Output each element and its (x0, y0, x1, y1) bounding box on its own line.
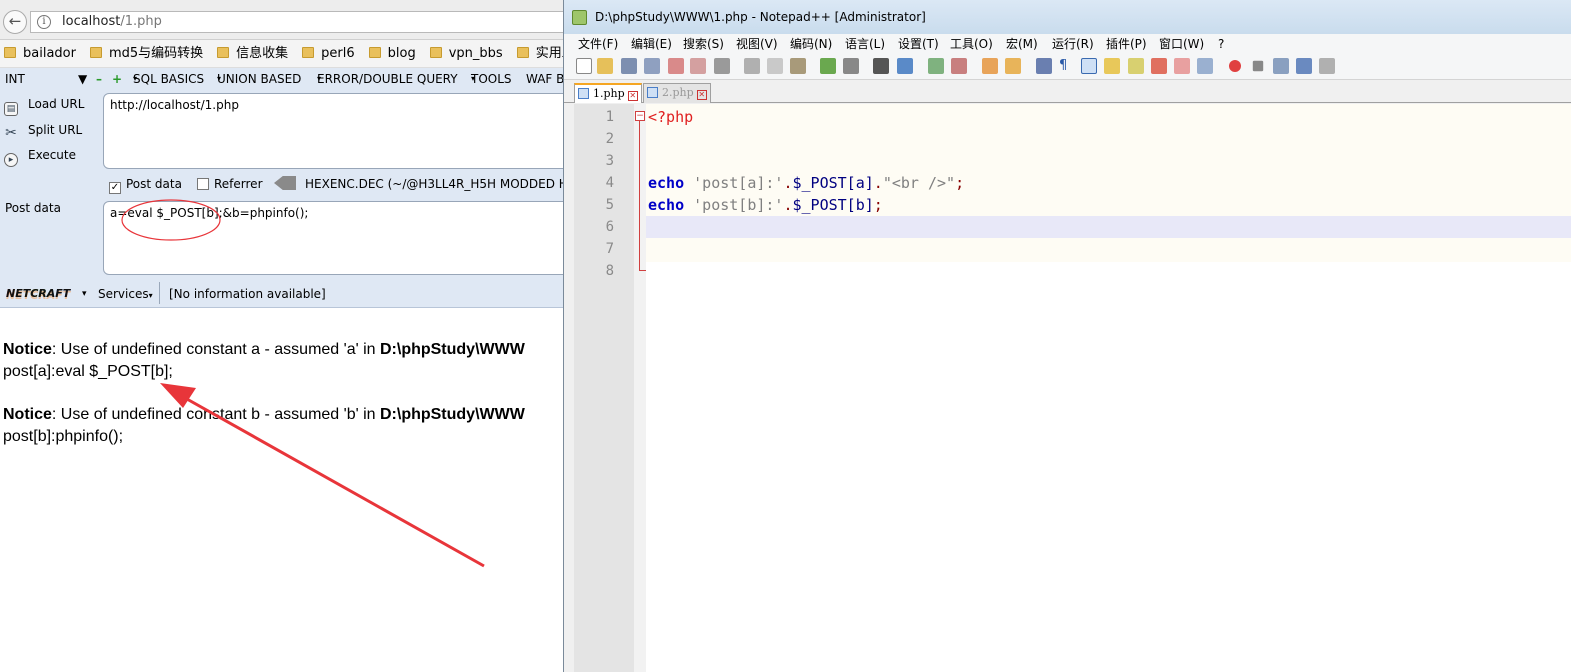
line-number-gutter: 1 2 3 4 5 6 7 8 (574, 104, 634, 672)
line-number: 4 (605, 175, 614, 191)
new-file-icon[interactable] (576, 58, 592, 74)
tab-close-icon[interactable]: ✕ (627, 91, 638, 101)
open-file-icon[interactable] (597, 58, 613, 74)
monitor-icon[interactable] (1197, 58, 1213, 74)
line-number: 1 (605, 109, 614, 125)
menu-edit[interactable]: 编辑(E) (631, 34, 672, 54)
code-line-4: echo 'post[a]:'.$_POST[a]."<br />"; (648, 174, 965, 192)
code-editor[interactable]: 1 2 3 4 5 6 7 8 − <?php echo 'post[a]:'.… (574, 104, 1571, 672)
save-icon[interactable] (621, 58, 637, 74)
zoom-out-icon[interactable] (951, 58, 967, 74)
menu-macro[interactable]: 宏(M) (1006, 34, 1038, 54)
zoom-in-icon[interactable] (928, 58, 944, 74)
cut-icon[interactable] (744, 58, 760, 74)
word-wrap-icon[interactable] (1036, 58, 1052, 74)
undo-icon[interactable] (820, 58, 836, 74)
play-macro-icon[interactable] (1273, 58, 1289, 74)
tab-close-icon[interactable]: ✕ (696, 90, 707, 100)
tab-bar: 1.php ✕ 2.php ✕ (564, 81, 1571, 103)
run-macro-multiple-icon[interactable] (1296, 58, 1312, 74)
close-all-icon[interactable] (690, 58, 706, 74)
notepad-menubar: 文件(F) 编辑(E) 搜索(S) 视图(V) 编码(N) 语言(L) 设置(T… (564, 34, 1571, 54)
menu-help[interactable]: ? (1218, 34, 1224, 54)
menu-run[interactable]: 运行(R) (1052, 34, 1094, 54)
line-number: 6 (605, 219, 614, 235)
record-macro-icon[interactable] (1229, 60, 1241, 72)
save-all-icon[interactable] (644, 58, 660, 74)
annotation-arrow-head (160, 383, 196, 408)
file-saved-icon (578, 88, 589, 99)
replace-icon[interactable] (897, 58, 913, 74)
folder-workspace-icon[interactable] (1174, 58, 1190, 74)
redo-icon[interactable] (843, 58, 859, 74)
fold-collapse-icon[interactable]: − (635, 111, 645, 121)
notepad-titlebar: D:\phpStudy\WWW\1.php - Notepad++ [Admin… (564, 0, 1571, 34)
file-saved-icon (647, 87, 658, 98)
code-line-1: <?php (648, 108, 694, 126)
menu-settings[interactable]: 设置(T) (898, 34, 939, 54)
sync-horizontal-icon[interactable] (1005, 58, 1021, 74)
line-number: 2 (605, 131, 614, 147)
line-number: 3 (605, 153, 614, 169)
print-icon[interactable] (714, 58, 730, 74)
notepad-window: D:\phpStudy\WWW\1.php - Notepad++ [Admin… (563, 0, 1571, 672)
user-lang-icon[interactable] (1104, 58, 1120, 74)
line-number: 8 (605, 263, 614, 279)
line-number: 7 (605, 241, 614, 257)
annotation-arrow-shaft (177, 392, 485, 568)
line-number: 5 (605, 197, 614, 213)
sync-vertical-icon[interactable] (982, 58, 998, 74)
function-list-icon[interactable] (1151, 58, 1167, 74)
current-line-highlight (646, 216, 1571, 238)
highlight-ellipse (121, 199, 221, 241)
browser-window: ← i localhost/1.php bailador md5与编码转换 信息收集… (0, 0, 566, 672)
code-area[interactable]: <?php echo 'post[a]:'.$_POST[a]."<br />"… (646, 104, 1571, 672)
stop-macro-icon[interactable] (1252, 60, 1264, 72)
tab-2-php[interactable]: 2.php ✕ (643, 83, 711, 103)
menu-plugins[interactable]: 插件(P) (1106, 34, 1147, 54)
copy-icon[interactable] (767, 58, 783, 74)
window-title: D:\phpStudy\WWW\1.php - Notepad++ [Admin… (595, 10, 926, 24)
menu-encoding[interactable]: 编码(N) (790, 34, 832, 54)
fold-end-marker (639, 270, 646, 271)
close-icon[interactable] (668, 58, 684, 74)
menu-search[interactable]: 搜索(S) (683, 34, 724, 54)
menu-file[interactable]: 文件(F) (578, 34, 618, 54)
menu-language[interactable]: 语言(L) (845, 34, 885, 54)
show-all-chars-icon[interactable]: ¶ (1059, 58, 1075, 74)
menu-window[interactable]: 窗口(W) (1159, 34, 1204, 54)
paste-icon[interactable] (790, 58, 806, 74)
doc-map-icon[interactable] (1128, 58, 1144, 74)
tab-1-php[interactable]: 1.php ✕ (574, 83, 642, 103)
notepad-app-icon (572, 10, 587, 25)
save-macro-icon[interactable] (1319, 58, 1335, 74)
menu-view[interactable]: 视图(V) (736, 34, 778, 54)
indent-guide-icon[interactable] (1081, 58, 1097, 74)
fold-line (639, 121, 640, 271)
fold-margin: − (634, 104, 646, 672)
notepad-toolbar: ¶ (564, 54, 1571, 80)
find-icon[interactable] (873, 58, 889, 74)
annotation-overlay (121, 199, 485, 568)
menu-tools[interactable]: 工具(O) (950, 34, 993, 54)
code-line-5: echo 'post[b]:'.$_POST[b]; (648, 196, 883, 214)
